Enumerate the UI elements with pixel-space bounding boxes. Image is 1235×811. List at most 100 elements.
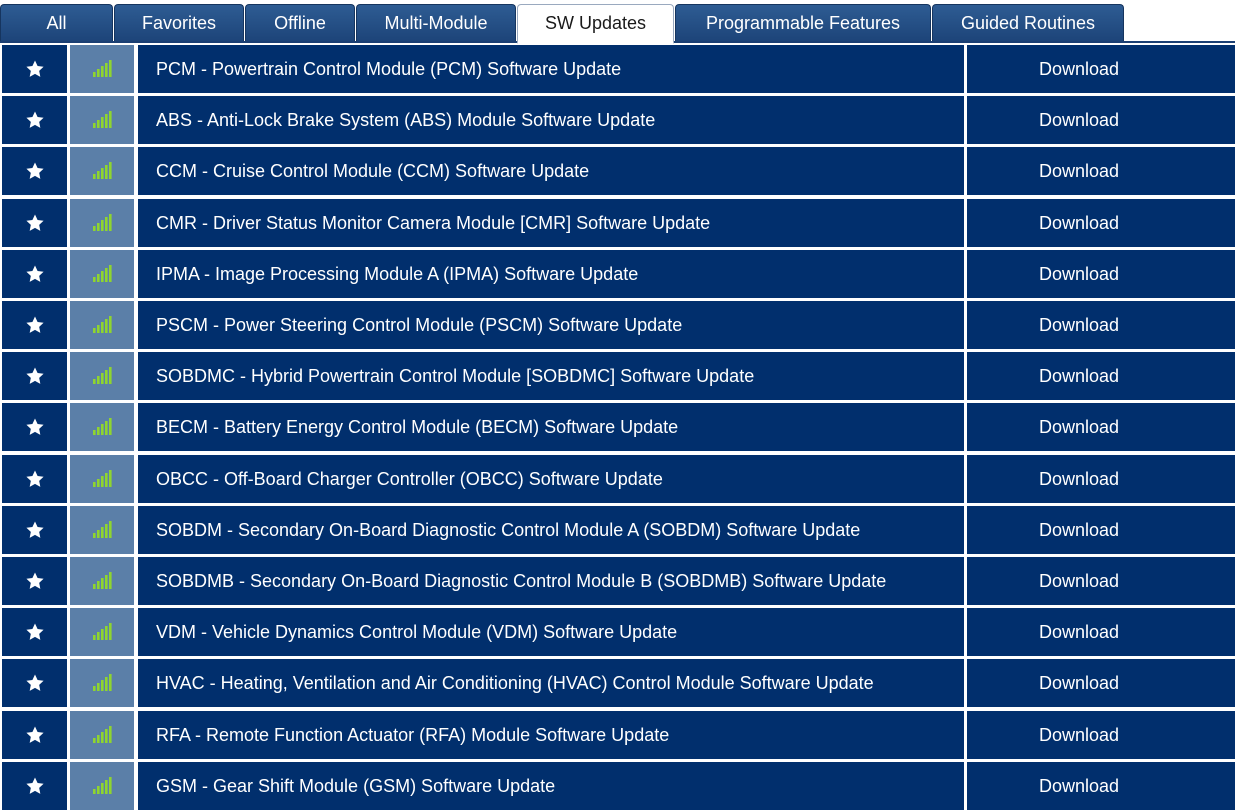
download-cell[interactable]: Download: [967, 45, 1235, 93]
signal-cell: [70, 96, 134, 144]
module-name-cell[interactable]: OBCC - Off-Board Charger Controller (OBC…: [138, 455, 964, 503]
favorite-cell[interactable]: [2, 96, 67, 144]
star-icon[interactable]: [25, 59, 45, 79]
download-button[interactable]: Download: [967, 608, 1191, 656]
table-row: OBCC - Off-Board Charger Controller (OBC…: [2, 455, 1235, 503]
star-icon[interactable]: [25, 264, 45, 284]
download-button[interactable]: Download: [967, 96, 1191, 144]
favorite-cell[interactable]: [2, 199, 67, 247]
table-row: GSM - Gear Shift Module (GSM) Software U…: [2, 762, 1235, 810]
favorite-cell[interactable]: [2, 250, 67, 298]
favorite-cell[interactable]: [2, 557, 67, 605]
tab-multi-module[interactable]: Multi-Module: [356, 4, 516, 41]
favorite-cell[interactable]: [2, 455, 67, 503]
table-row: PCM - Powertrain Control Module (PCM) So…: [2, 45, 1235, 93]
download-cell[interactable]: Download: [967, 250, 1235, 298]
signal-strength-icon: [93, 265, 113, 282]
download-button[interactable]: Download: [967, 455, 1191, 503]
module-name-cell[interactable]: HVAC - Heating, Ventilation and Air Cond…: [138, 659, 964, 707]
download-cell[interactable]: Download: [967, 352, 1235, 400]
table-row: CMR - Driver Status Monitor Camera Modul…: [2, 199, 1235, 247]
favorite-cell[interactable]: [2, 608, 67, 656]
tab-programmable-features[interactable]: Programmable Features: [675, 4, 931, 41]
favorite-cell[interactable]: [2, 301, 67, 349]
module-name: IPMA - Image Processing Module A (IPMA) …: [156, 264, 639, 284]
module-name: GSM - Gear Shift Module (GSM) Software U…: [156, 776, 556, 796]
module-name-cell[interactable]: GSM - Gear Shift Module (GSM) Software U…: [138, 762, 964, 810]
tab-guided-routines[interactable]: Guided Routines: [932, 4, 1124, 41]
download-button[interactable]: Download: [967, 711, 1191, 759]
star-icon[interactable]: [25, 622, 45, 642]
star-icon[interactable]: [25, 213, 45, 233]
module-name-cell[interactable]: IPMA - Image Processing Module A (IPMA) …: [138, 250, 964, 298]
signal-strength-icon: [93, 777, 113, 794]
favorite-cell[interactable]: [2, 45, 67, 93]
download-cell[interactable]: Download: [967, 403, 1235, 451]
download-button[interactable]: Download: [967, 147, 1191, 195]
star-icon[interactable]: [25, 315, 45, 335]
module-name-cell[interactable]: PCM - Powertrain Control Module (PCM) So…: [138, 45, 964, 93]
star-icon[interactable]: [25, 776, 45, 796]
module-name-cell[interactable]: CMR - Driver Status Monitor Camera Modul…: [138, 199, 964, 247]
signal-cell: [70, 608, 134, 656]
module-name-cell[interactable]: SOBDMC - Hybrid Powertrain Control Modul…: [138, 352, 964, 400]
star-icon[interactable]: [25, 571, 45, 591]
download-cell[interactable]: Download: [967, 506, 1235, 554]
module-name-cell[interactable]: ABS - Anti-Lock Brake System (ABS) Modul…: [138, 96, 964, 144]
tab-all[interactable]: All: [0, 4, 113, 41]
tab-favorites[interactable]: Favorites: [114, 4, 244, 41]
module-name-cell[interactable]: SOBDMB - Secondary On-Board Diagnostic C…: [138, 557, 964, 605]
signal-cell: [70, 147, 134, 195]
download-cell[interactable]: Download: [967, 762, 1235, 810]
download-cell[interactable]: Download: [967, 659, 1235, 707]
module-name-cell[interactable]: SOBDM - Secondary On-Board Diagnostic Co…: [138, 506, 964, 554]
star-icon[interactable]: [25, 520, 45, 540]
favorite-cell[interactable]: [2, 506, 67, 554]
download-button[interactable]: Download: [967, 352, 1191, 400]
star-icon[interactable]: [25, 161, 45, 181]
favorite-cell[interactable]: [2, 352, 67, 400]
star-icon[interactable]: [25, 673, 45, 693]
module-name-cell[interactable]: PSCM - Power Steering Control Module (PS…: [138, 301, 964, 349]
download-cell[interactable]: Download: [967, 557, 1235, 605]
download-cell[interactable]: Download: [967, 301, 1235, 349]
download-cell[interactable]: Download: [967, 711, 1235, 759]
download-button[interactable]: Download: [967, 250, 1191, 298]
signal-strength-icon: [93, 162, 113, 179]
signal-cell: [70, 301, 134, 349]
module-name: RFA - Remote Function Actuator (RFA) Mod…: [156, 725, 670, 745]
download-cell[interactable]: Download: [967, 199, 1235, 247]
module-name-cell[interactable]: VDM - Vehicle Dynamics Control Module (V…: [138, 608, 964, 656]
download-button[interactable]: Download: [967, 403, 1191, 451]
star-icon[interactable]: [25, 417, 45, 437]
download-button[interactable]: Download: [967, 557, 1191, 605]
star-icon[interactable]: [25, 110, 45, 130]
favorite-cell[interactable]: [2, 403, 67, 451]
module-name-cell[interactable]: CCM - Cruise Control Module (CCM) Softwa…: [138, 147, 964, 195]
signal-cell: [70, 250, 134, 298]
signal-strength-icon: [93, 214, 113, 231]
module-name: CMR - Driver Status Monitor Camera Modul…: [156, 213, 711, 233]
favorite-cell[interactable]: [2, 762, 67, 810]
download-cell[interactable]: Download: [967, 147, 1235, 195]
tab-offline[interactable]: Offline: [245, 4, 355, 41]
download-button[interactable]: Download: [967, 659, 1191, 707]
download-button[interactable]: Download: [967, 506, 1191, 554]
star-icon[interactable]: [25, 469, 45, 489]
favorite-cell[interactable]: [2, 147, 67, 195]
download-cell[interactable]: Download: [967, 96, 1235, 144]
favorite-cell[interactable]: [2, 711, 67, 759]
star-icon[interactable]: [25, 366, 45, 386]
download-button[interactable]: Download: [967, 45, 1191, 93]
download-cell[interactable]: Download: [967, 455, 1235, 503]
module-name-cell[interactable]: BECM - Battery Energy Control Module (BE…: [138, 403, 964, 451]
star-icon[interactable]: [25, 725, 45, 745]
download-cell[interactable]: Download: [967, 608, 1235, 656]
signal-cell: [70, 711, 134, 759]
download-button[interactable]: Download: [967, 199, 1191, 247]
download-button[interactable]: Download: [967, 301, 1191, 349]
tab-sw-updates[interactable]: SW Updates: [517, 4, 674, 44]
favorite-cell[interactable]: [2, 659, 67, 707]
download-button[interactable]: Download: [967, 762, 1191, 810]
module-name-cell[interactable]: RFA - Remote Function Actuator (RFA) Mod…: [138, 711, 964, 759]
